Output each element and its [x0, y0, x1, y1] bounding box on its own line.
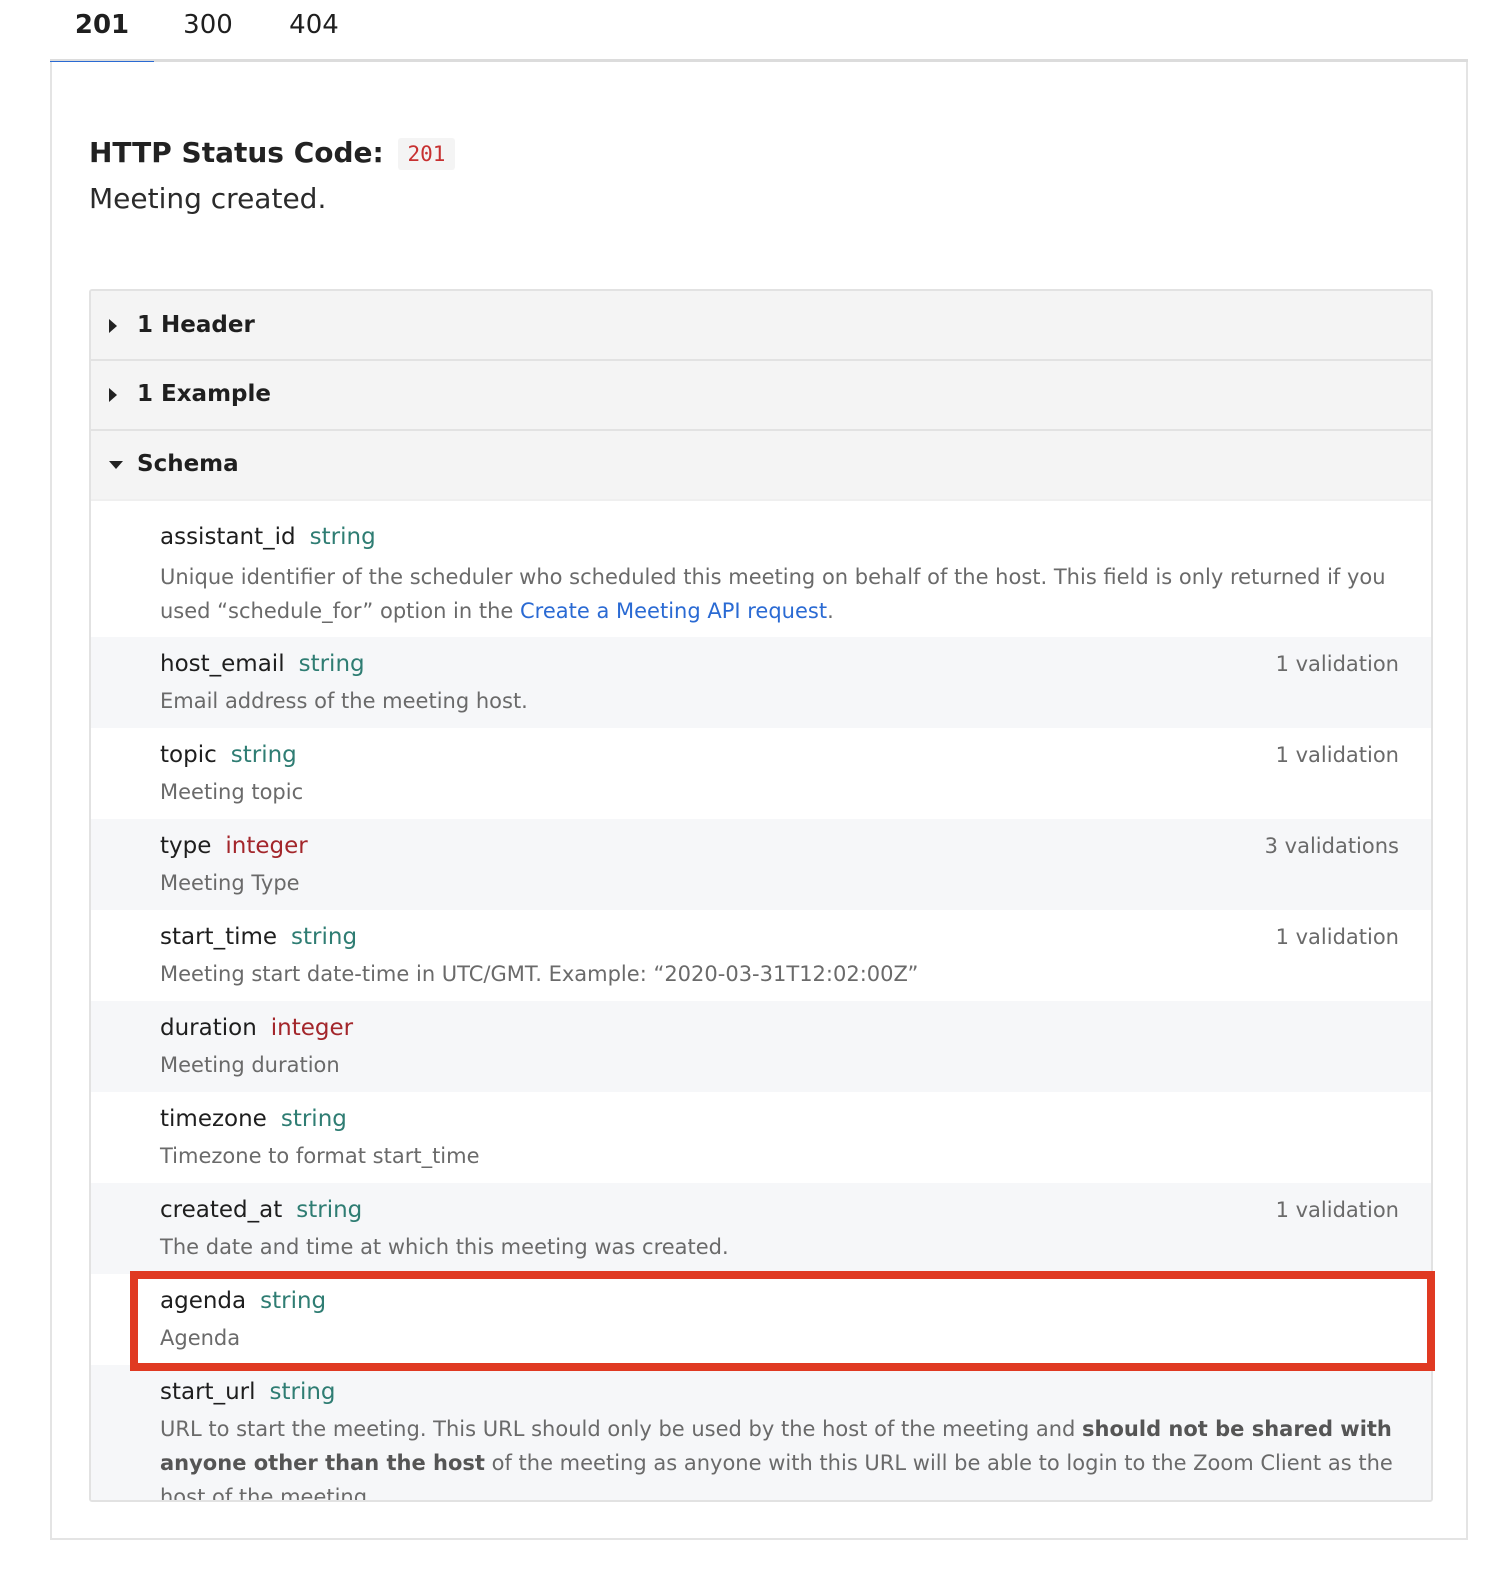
field-description: Meeting topic [160, 780, 304, 804]
validation-count[interactable]: 1 validation [1276, 925, 1399, 949]
schema-row-duration: duration integer Meeting duration [91, 1001, 1431, 1092]
field-type: string [291, 924, 358, 950]
field-description: Meeting duration [160, 1053, 340, 1077]
field-description: Timezone to format start_time [160, 1144, 480, 1168]
field-description: Meeting Type [160, 871, 300, 895]
caret-down-icon [109, 461, 123, 469]
accordion-schema-section[interactable]: Schema [91, 431, 1431, 501]
schema-row-start-time: start_time string 1 validation Meeting st… [91, 910, 1431, 1001]
schema-row-host-email: host_email string 1 validation Email addr… [91, 637, 1431, 728]
tab-404[interactable]: 404 [266, 0, 362, 62]
caret-right-icon [109, 319, 117, 333]
field-name: start_url string [160, 1379, 336, 1405]
field-name: created_at string [160, 1197, 363, 1223]
field-type: string [260, 1288, 327, 1314]
status-label: HTTP Status Code: [89, 136, 384, 169]
status-code-badge: 201 [397, 138, 456, 170]
validation-count[interactable]: 3 validations [1265, 834, 1399, 858]
accordion-schema-label: Schema [137, 451, 239, 477]
field-description: Email address of the meeting host. [160, 689, 528, 713]
schema-row-timezone: timezone string Timezone to format start_… [91, 1092, 1431, 1183]
tab-201[interactable]: 201 [50, 0, 154, 65]
accordion-header-label: 1 Header [137, 312, 255, 338]
response-accordion: 1 Header 1 Example Schema assistant_id st… [89, 289, 1433, 1502]
schema-row-agenda: agenda string Agenda [91, 1274, 1431, 1365]
accordion-header-section[interactable]: 1 Header [91, 291, 1431, 361]
response-panel: HTTP Status Code: 201 Meeting created. 1… [50, 62, 1468, 1540]
field-name: topic string [160, 742, 297, 768]
field-type: string [269, 1379, 336, 1405]
validation-count[interactable]: 1 validation [1276, 1198, 1399, 1222]
schema-row-topic: topic string 1 validation Meeting topic [91, 728, 1431, 819]
field-name: assistant_id string [160, 524, 376, 550]
schema-row-start-url: start_url string URL to start the meeting… [91, 1365, 1431, 1502]
schema-row-created-at: created_at string 1 validation The date a… [91, 1183, 1431, 1274]
accordion-example-section[interactable]: 1 Example [91, 361, 1431, 431]
field-name: type integer [160, 833, 308, 859]
field-type: integer [270, 1015, 354, 1041]
field-description: Agenda [160, 1326, 241, 1350]
field-description: Meeting start date-time in UTC/GMT. Exam… [160, 962, 919, 986]
status-heading: HTTP Status Code: 201 [89, 136, 456, 170]
validation-count[interactable]: 1 validation [1276, 743, 1399, 767]
field-description: Unique identifier of the scheduler who s… [160, 565, 1386, 623]
field-name: agenda string [160, 1288, 327, 1314]
field-name: host_email string [160, 651, 365, 677]
field-name: timezone string [160, 1106, 347, 1132]
accordion-example-label: 1 Example [137, 381, 271, 407]
schema-row-assistant-id: assistant_id string Unique identifier of … [91, 501, 1431, 637]
field-type: string [309, 524, 376, 550]
field-type: string [280, 1106, 347, 1132]
field-type: string [230, 742, 297, 768]
field-type: integer [225, 833, 308, 859]
field-description: URL to start the meeting. This URL shoul… [160, 1417, 1393, 1502]
tab-300[interactable]: 300 [158, 0, 258, 62]
create-meeting-api-link[interactable]: Create a Meeting API request [520, 599, 827, 623]
schema-row-type: type integer 3 validations Meeting Type [91, 819, 1431, 910]
field-name: duration integer [160, 1015, 354, 1041]
field-name: start_time string [160, 924, 358, 950]
status-description: Meeting created. [89, 182, 327, 215]
field-description: The date and time at which this meeting … [160, 1235, 729, 1259]
field-type: string [298, 651, 365, 677]
response-tabs: 201 300 404 [50, 0, 1468, 65]
field-type: string [296, 1197, 363, 1223]
validation-count[interactable]: 1 validation [1276, 652, 1399, 676]
caret-right-icon [109, 388, 117, 402]
